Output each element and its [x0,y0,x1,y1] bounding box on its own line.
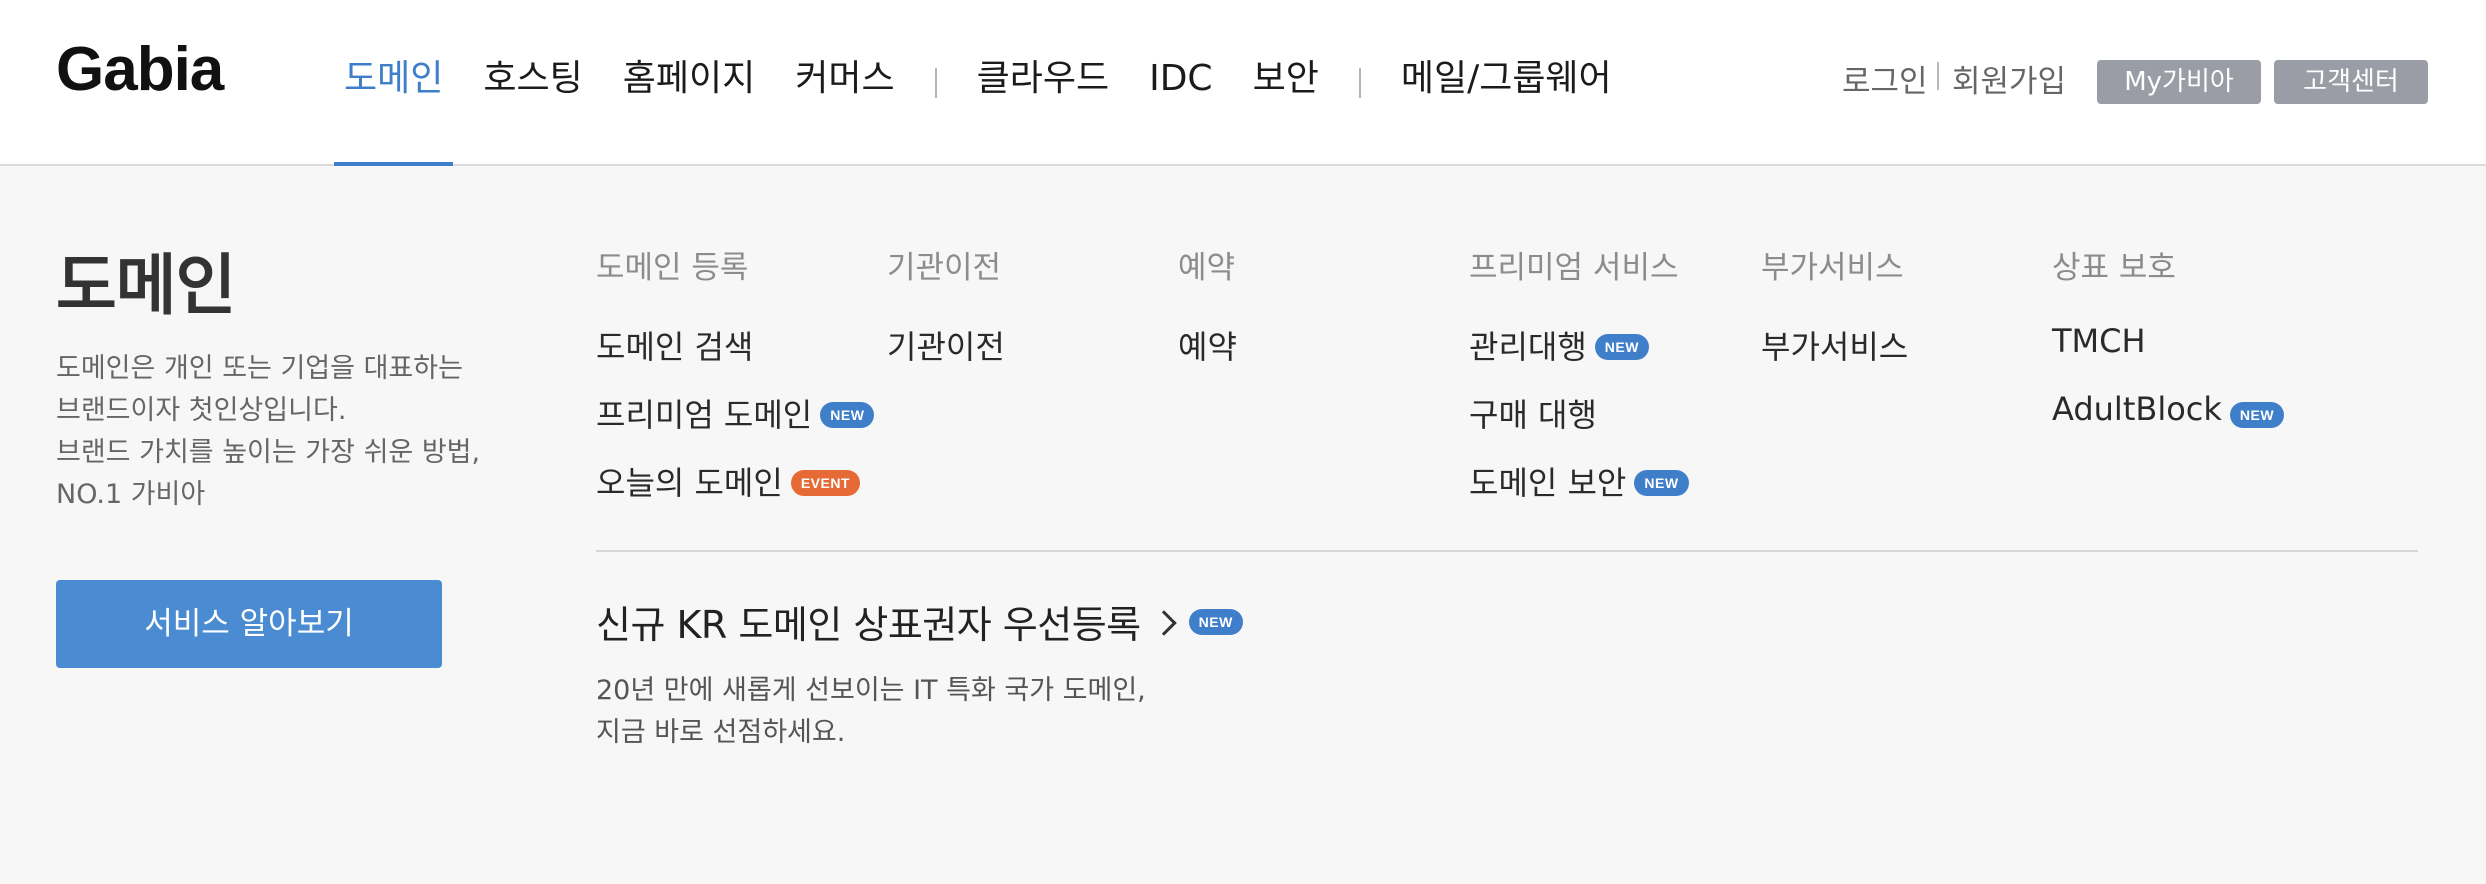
column-heading: 예약 [1178,250,1236,286]
menu-item[interactable]: 오늘의 도메인 EVENT [596,458,874,526]
menu-item-label[interactable]: 프리미엄 도메인 [596,390,812,436]
column-heading: 상표 보호 [2052,250,2176,286]
menu-item[interactable]: AdultBlock NEW [2052,390,2285,458]
menu-item-label[interactable]: 구매 대행 [1469,390,1597,436]
menu-item[interactable]: 구매 대행 [1469,390,1689,458]
chevron-right-icon [1150,609,1177,636]
menu-item[interactable]: 부가서비스 [1761,322,1908,390]
nav-hosting[interactable]: 호스팅 [483,0,582,166]
menu-item-label[interactable]: 오늘의 도메인 [596,458,783,504]
column-heading: 부가서비스 [1761,250,1904,286]
nav-commerce[interactable]: 커머스 [795,0,894,166]
menu-item-label[interactable]: 기관이전 [887,322,1005,368]
nav-security[interactable]: 보안 [1253,0,1319,166]
promo-title: 신규 KR 도메인 상표권자 우선등록 [596,603,1141,647]
login-link[interactable]: 로그인 [1842,56,1928,101]
util-divider [1937,62,1939,90]
desc-line: 도메인은 개인 또는 기업을 대표하는 [56,353,463,384]
new-badge: NEW [1594,334,1649,360]
new-badge: NEW [1634,470,1689,496]
main-nav: 도메인 호스팅 홈페이지 커머스 클라우드 IDC 보안 메일/그룹웨어 [333,0,1652,168]
desc-line: 브랜드이자 첫인상입니다. [56,395,347,426]
menu-column-registration: 도메인 등록 도메인 검색 프리미엄 도메인 NEW 오늘의 도메인 EVENT [596,248,875,526]
new-badge: NEW [2229,402,2285,428]
nav-domain[interactable]: 도메인 [333,0,454,168]
new-badge: NEW [820,402,875,428]
promo-desc-line: 지금 바로 선점하세요. [596,717,846,748]
service-intro-button[interactable]: 서비스 알아보기 [56,580,442,668]
menu-item[interactable]: 관리대행 NEW [1469,322,1689,390]
menu-item[interactable]: 도메인 보안 NEW [1469,458,1689,526]
menu-column-addon: 부가서비스 부가서비스 [1761,248,1908,390]
menu-item-label[interactable]: 예약 [1178,322,1237,368]
menu-item[interactable]: 예약 [1178,322,1237,390]
promo-description: 20년 만에 새롭게 선보이는 IT 특화 국가 도메인, 지금 바로 선점하세… [596,670,1146,754]
menu-item[interactable]: TMCH [2052,322,2284,390]
desc-line: 브랜드 가치를 높이는 가장 쉬운 방법, [56,437,481,468]
menu-item[interactable]: 기관이전 [887,322,1005,390]
menu-item[interactable]: 프리미엄 도메인 NEW [596,390,875,458]
desc-line: NO.1 가비아 [56,479,206,510]
nav-mail-groupware[interactable]: 메일/그룹웨어 [1401,0,1612,166]
gabia-logo[interactable]: Gabia [56,34,224,105]
my-gabia-button[interactable]: My가비아 [2097,60,2261,104]
menu-item-label[interactable]: 부가서비스 [1761,322,1908,368]
column-heading: 도메인 등록 [596,250,749,286]
nav-homepage[interactable]: 홈페이지 [623,0,755,166]
column-heading: 기관이전 [887,250,1002,286]
nav-divider [934,68,937,98]
menu-column-transfer: 기관이전 기관이전 [887,248,1005,390]
panel-divider [596,550,2418,552]
panel-description: 도메인은 개인 또는 기업을 대표하는 브랜드이자 첫인상입니다. 브랜드 가치… [56,348,480,516]
new-badge: NEW [1188,608,1243,635]
menu-item-label[interactable]: AdultBlock [2052,390,2222,428]
promo-link[interactable]: 신규 KR 도메인 상표권자 우선등록 NEW [596,594,1243,649]
menu-item-label[interactable]: 도메인 보안 [1469,458,1626,504]
menu-column-premium-service: 프리미엄 서비스 관리대행 NEW 구매 대행 도메인 보안 NEW [1469,248,1689,526]
nav-divider [1358,68,1361,98]
menu-item[interactable]: 도메인 검색 [596,322,874,390]
event-badge: EVENT [790,470,860,496]
column-heading: 프리미엄 서비스 [1469,250,1679,286]
nav-cloud[interactable]: 클라우드 [977,0,1109,166]
menu-item-label[interactable]: 도메인 검색 [596,322,753,368]
menu-column-trademark: 상표 보호 TMCH AdultBlock NEW [2052,248,2285,458]
menu-item-label[interactable]: TMCH [2052,322,2146,360]
signup-link[interactable]: 회원가입 [1952,56,2066,101]
customer-center-button[interactable]: 고객센터 [2274,60,2428,104]
promo-desc-line: 20년 만에 새롭게 선보이는 IT 특화 국가 도메인, [596,675,1146,706]
panel-title: 도메인 [56,247,236,324]
menu-column-reservation: 예약 예약 [1178,248,1237,390]
global-header: Gabia 도메인 호스팅 홈페이지 커머스 클라우드 IDC 보안 메일/그룹… [0,0,2486,168]
menu-item-label[interactable]: 관리대행 [1469,322,1587,368]
nav-idc[interactable]: IDC [1149,0,1212,166]
